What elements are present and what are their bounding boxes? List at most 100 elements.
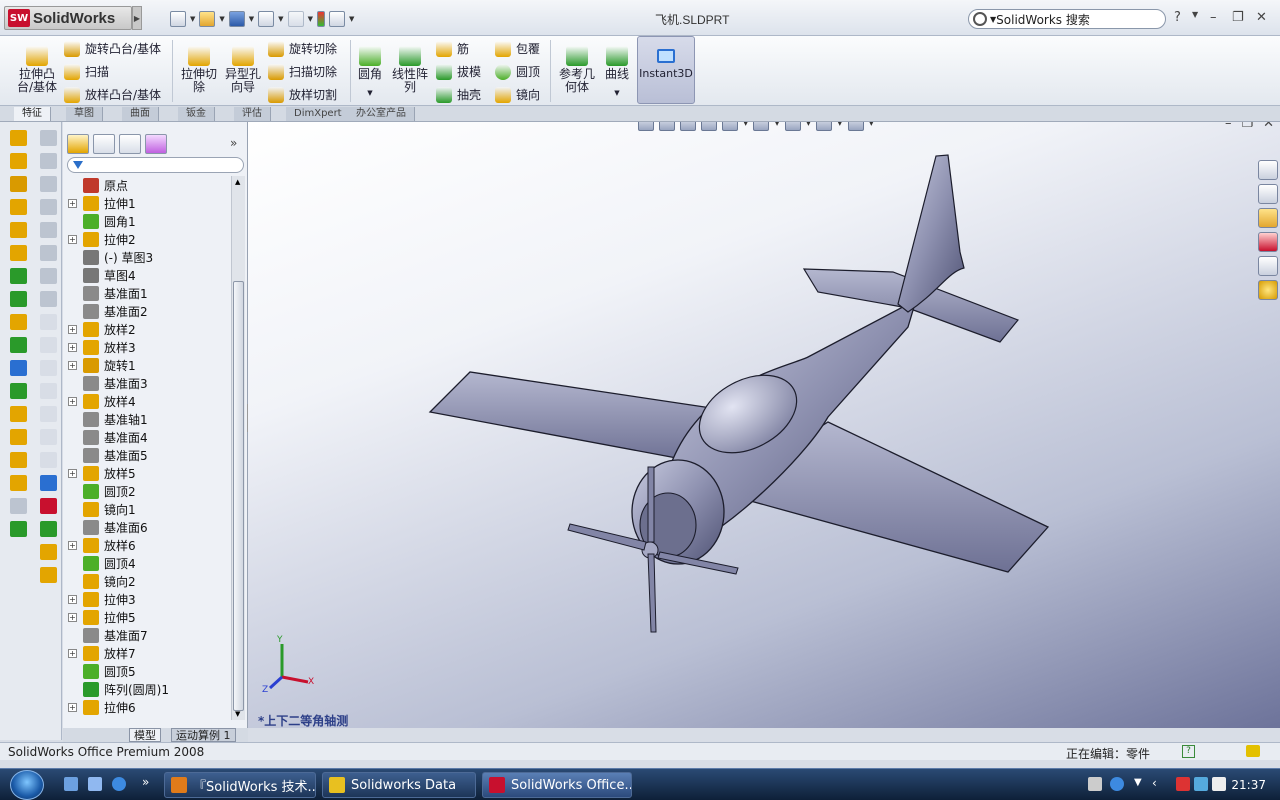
smart-dimension-icon[interactable] [40,475,57,491]
revolve-icon[interactable] [10,176,27,192]
expand-icon[interactable]: + [68,702,77,712]
view-bottom-icon[interactable] [40,429,57,445]
switch-windows-icon[interactable] [88,777,102,791]
mirror-button[interactable]: 镜向 [495,86,540,103]
split-icon[interactable] [10,360,27,376]
sketch-rect-icon[interactable] [40,153,57,169]
tree-item[interactable]: + 拉伸5 [63,608,231,626]
quicklaunch-more-icon[interactable]: » [142,775,149,789]
tab-dimxpert[interactable]: DimXpert [286,107,351,121]
expand-icon[interactable]: + [68,648,77,658]
keyboard-icon[interactable] [1088,777,1102,791]
tray-options-icon[interactable]: ▼ [1134,777,1142,788]
tree-item[interactable]: 基准面6 [63,518,231,536]
options-dropdown-icon[interactable]: ▼ [349,15,354,23]
graphics-area[interactable]: ▼ ▼ ▼ ▼ ▼ – ❐ ✕ Y X Z *上下二等角轴测 [248,122,1280,728]
help-icon[interactable]: ? [1174,10,1181,25]
hole-wizard-button[interactable]: 异型孔 向导 [222,46,264,94]
loft-button[interactable]: 放样凸台/基体 [64,86,161,103]
fillet-button[interactable]: 圆角 ▼ [355,46,385,100]
volume-icon[interactable] [1212,777,1226,791]
tree-item[interactable]: 基准面5 [63,446,231,464]
tree-item[interactable]: 镜向1 [63,500,231,518]
thicken-icon[interactable] [10,245,27,261]
flex-icon[interactable] [10,429,27,445]
tree-item[interactable]: 原点 [63,176,231,194]
tree-item[interactable]: + 放样4 [63,392,231,410]
linear-pattern-button[interactable]: 线性阵 列 [389,46,431,94]
dimxpert-tab-icon[interactable] [145,134,167,154]
feature-filter-input[interactable] [67,157,244,173]
view-top-icon[interactable] [40,406,57,422]
view-back-icon[interactable] [40,337,57,353]
boss-icon[interactable] [10,130,27,146]
view-left-icon[interactable] [40,360,57,376]
shell-tool-icon[interactable] [10,337,27,353]
sweep-button[interactable]: 扫描 [64,63,109,80]
scroll-up-icon[interactable]: ▲ [235,178,240,186]
network-icon[interactable] [1194,777,1208,791]
taskbar-button[interactable]: SolidWorks Office... [482,772,632,798]
loft-tool-icon[interactable] [10,222,27,238]
tree-item[interactable]: + 拉伸6 [63,698,231,716]
freeform-icon[interactable] [10,475,27,491]
sweep-cut-button[interactable]: 扫描切除 [268,63,337,80]
undo-icon[interactable] [287,11,304,27]
show-desktop-icon[interactable] [64,777,78,791]
wrap-button[interactable]: 包覆 [495,40,540,57]
minimize-button[interactable]: – [1210,10,1217,25]
taskbar-button[interactable]: 『SolidWorks 技术... [164,772,316,798]
expand-icon[interactable]: + [68,234,77,244]
curves-dropdown-icon[interactable]: ▼ [602,87,632,100]
options-icon[interactable] [328,11,345,27]
pattern-icon[interactable] [10,268,27,284]
dome-button[interactable]: 圆顶 [495,63,540,80]
print-icon[interactable] [258,11,275,27]
status-tag-icon[interactable] [1246,745,1260,757]
expand-panel-icon[interactable]: » [230,136,237,150]
expand-icon[interactable]: + [68,342,77,352]
show-hidden-icons[interactable]: ‹ [1152,776,1157,790]
print-dropdown-icon[interactable]: ▼ [278,15,283,23]
scroll-down-icon[interactable]: ▼ [235,710,240,718]
open-dropdown-icon[interactable]: ▼ [219,15,224,23]
tab-sheet-metal[interactable]: 钣金 [178,107,215,121]
feature-tree-scrollbar[interactable]: ▲ ▼ [231,176,245,720]
instant3d-button[interactable]: Instant3D [637,36,695,104]
undo-dropdown-icon[interactable]: ▼ [308,15,313,23]
save-icon[interactable] [228,11,245,27]
tab-features[interactable]: 特征 [14,107,51,121]
tree-item[interactable]: 圆角1 [63,212,231,230]
tree-item[interactable]: 镜向2 [63,572,231,590]
solidworks-menu-button[interactable]: SW SolidWorks [4,6,132,30]
sketch-circle-icon[interactable] [40,176,57,192]
tree-item[interactable]: 基准面4 [63,428,231,446]
tab-evaluate[interactable]: 评估 [234,107,271,121]
featuremanager-tab-icon[interactable] [67,134,89,154]
fillet-dropdown-icon[interactable]: ▼ [355,87,385,100]
sketch-point-icon[interactable] [40,245,57,261]
view-right-icon[interactable] [40,383,57,399]
help-dropdown-icon[interactable]: ▼ [1192,10,1198,19]
sweep-tool-icon[interactable] [10,199,27,215]
feature-copy-icon[interactable] [40,544,57,560]
sketch-spline-icon[interactable] [40,222,57,238]
tree-item[interactable]: 圆顶5 [63,662,231,680]
tree-item[interactable]: + 放样5 [63,464,231,482]
reference-geometry-button[interactable]: 参考几 何体 [556,46,598,94]
open-folder-icon[interactable] [199,11,216,27]
expand-icon[interactable]: + [68,612,77,622]
expand-icon[interactable]: + [68,594,77,604]
tree-item[interactable]: + 放样6 [63,536,231,554]
restore-button[interactable]: ❐ [1232,10,1244,25]
tree-item[interactable]: 草图4 [63,266,231,284]
tab-model[interactable]: 模型 [129,728,161,742]
sketch-fix-icon[interactable] [40,521,57,537]
feature-paste-icon[interactable] [40,567,57,583]
revolve-boss-button[interactable]: 旋转凸台/基体 [64,40,161,57]
view-iso-icon[interactable] [40,452,57,468]
expand-icon[interactable]: + [68,468,77,478]
tree-item[interactable]: 阵列(圆周)1 [63,680,231,698]
tree-item[interactable]: 基准面1 [63,284,231,302]
expand-icon[interactable]: + [68,198,77,208]
